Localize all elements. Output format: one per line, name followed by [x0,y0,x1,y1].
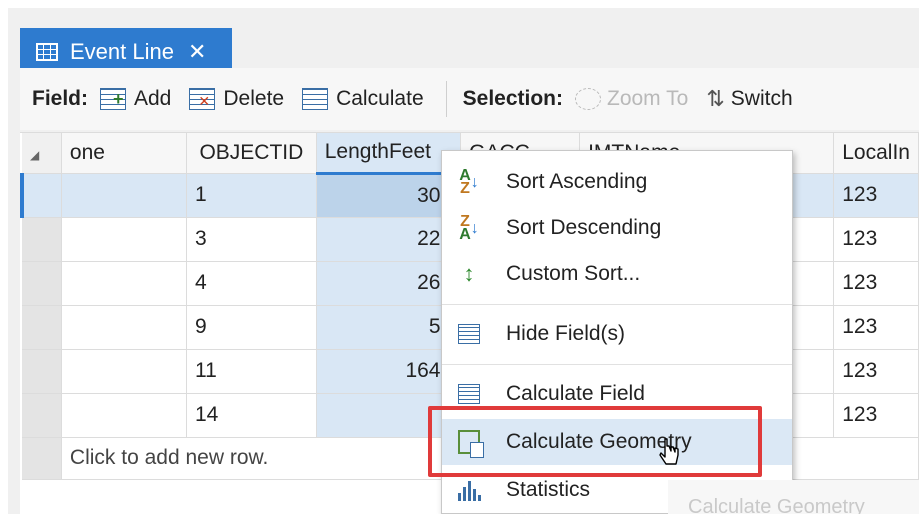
tab-title: Event Line [70,39,174,64]
mouse-cursor-icon [659,438,679,465]
sort-ascending-icon: A Z ↓ [459,167,479,197]
row-handle [22,437,62,480]
row-handle-header: ◢ [22,133,62,174]
cell-lengthfeet[interactable]: 1642 [316,349,462,394]
menu-item-hide-fields[interactable]: Hide Field(s) [442,311,792,357]
row-handle[interactable] [22,217,62,262]
menu-item-label: Sort Descending [506,216,662,239]
column-header-objectid[interactable]: OBJECTID [186,133,317,174]
toolbar: Field: Add Delete Calculate Selection: Z… [20,68,919,130]
cell-lengthfeet[interactable]: 59 [316,305,462,350]
cell-objectid[interactable]: 3 [186,217,317,262]
cell-objectid[interactable]: 11 [186,349,317,394]
menu-item-label: Statistics [506,478,591,501]
delete-label: Delete [223,87,285,110]
annotation-highlight-box [428,406,762,477]
row-handle[interactable] [22,393,62,438]
zoom-to-button[interactable]: Zoom To [575,87,688,111]
tooltip-ghost: Calculate Geometry [668,480,919,514]
switch-label: Switch [730,87,793,110]
add-label: Add [134,87,172,110]
cell-lengthfeet[interactable]: 268 [316,261,462,306]
cell-objectid[interactable]: 4 [186,261,317,306]
menu-item-label: Hide Field(s) [506,322,626,345]
tab-bar: Event Line ✕ [8,20,919,80]
calculate-field-button[interactable]: Calculate [302,87,424,111]
row-handle[interactable] [22,305,62,350]
toolbar-separator [445,81,447,117]
menu-item-sort-descending[interactable]: Z A ↓ Sort Descending [442,205,792,251]
cell-zone[interactable] [61,305,187,350]
cell-zone[interactable] [61,217,187,262]
field-label: Field: [32,87,88,110]
switch-selection-button[interactable]: ⇅ Switch [706,86,792,112]
selection-label: Selection: [462,87,563,110]
add-row-prompt[interactable]: Click to add new row. [61,437,462,480]
statistics-icon [454,475,484,505]
zoom-to-icon [575,88,601,110]
cell-lengthfeet[interactable]: 228 [316,217,462,262]
cell-localin[interactable]: 123 [833,349,919,394]
zoom-to-label: Zoom To [607,87,689,110]
calculate-label: Calculate [336,87,424,110]
table-icon [36,43,58,61]
menu-item-custom-sort[interactable]: ↕ Custom Sort... [442,251,792,297]
add-field-button[interactable]: Add [100,87,171,111]
cell-objectid[interactable]: 9 [186,305,317,350]
cell-zone[interactable] [61,173,187,218]
row-handle[interactable] [22,261,62,306]
switch-icon: ⇅ [706,86,725,111]
cell-objectid[interactable]: 14 [186,393,317,438]
sort-descending-icon: Z A ↓ [459,213,479,243]
row-handle[interactable] [22,349,62,394]
custom-sort-icon: ↕ [463,261,475,286]
menu-item-label: Sort Ascending [506,170,648,193]
close-icon[interactable]: ✕ [188,39,206,65]
row-handle[interactable] [19,173,62,218]
cell-localin[interactable]: 123 [833,305,919,350]
cell-localin[interactable]: 123 [833,393,919,438]
menu-separator [442,364,792,365]
delete-field-button[interactable]: Delete [189,87,284,111]
cell-objectid[interactable]: 1 [186,173,317,218]
menu-item-label: Custom Sort... [506,262,641,285]
cell-localin[interactable]: 123 [833,217,919,262]
menu-item-label: Calculate Field [506,382,645,405]
column-header-zone[interactable]: one [61,133,187,174]
cell-lengthfeet[interactable]: 308 [316,173,462,218]
calculate-icon [302,88,329,110]
calculate-field-icon [454,379,484,409]
add-field-icon [100,88,126,110]
cell-zone[interactable] [61,349,187,394]
cell-zone[interactable] [61,393,187,438]
column-header-lengthfeet[interactable]: LengthFeet [316,133,462,175]
menu-separator [442,304,792,305]
cell-zone[interactable] [61,261,187,306]
menu-item-sort-ascending[interactable]: A Z ↓ Sort Ascending [442,159,792,205]
column-header-localin[interactable]: LocalIn [833,133,919,174]
hide-field-icon [454,319,484,349]
corner-triangle-icon: ◢ [30,147,40,162]
cell-localin[interactable]: 123 [833,173,919,218]
delete-field-icon [189,88,216,110]
cell-localin[interactable]: 123 [833,261,919,306]
